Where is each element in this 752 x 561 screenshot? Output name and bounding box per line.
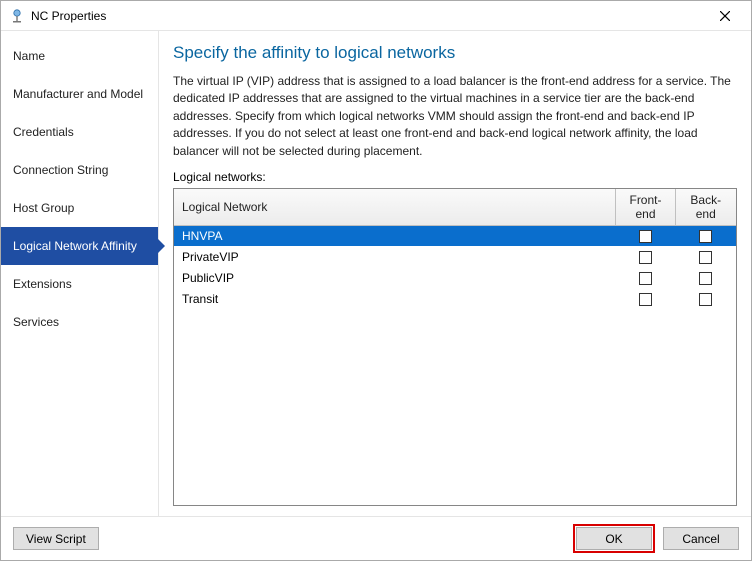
table-row[interactable]: PrivateVIP <box>174 246 736 267</box>
column-header-front-end[interactable]: Front-end <box>616 189 676 226</box>
table-row[interactable]: PublicVIP <box>174 267 736 288</box>
sidebar: Name Manufacturer and Model Credentials … <box>1 31 159 516</box>
checkbox-back-end[interactable] <box>699 251 712 264</box>
checkbox-back-end[interactable] <box>699 230 712 243</box>
page-description: The virtual IP (VIP) address that is ass… <box>173 73 737 160</box>
logical-networks-table: Logical Network Front-end Back-end HNVPA… <box>174 189 736 310</box>
view-script-button[interactable]: View Script <box>13 527 99 550</box>
sidebar-item-label: Manufacturer and Model <box>13 87 143 101</box>
list-label: Logical networks: <box>173 170 737 184</box>
cancel-button[interactable]: Cancel <box>663 527 739 550</box>
footer: View Script OK Cancel <box>1 516 751 560</box>
cell-network-name: PublicVIP <box>174 267 616 288</box>
cell-front-end <box>616 288 676 309</box>
window-title: NC Properties <box>31 9 705 23</box>
cell-network-name: Transit <box>174 288 616 309</box>
sidebar-item-label: Connection String <box>13 163 108 177</box>
cell-network-name: PrivateVIP <box>174 246 616 267</box>
ok-highlight: OK <box>573 524 655 553</box>
table-row[interactable]: HNVPA <box>174 225 736 246</box>
page-heading: Specify the affinity to logical networks <box>173 43 737 63</box>
sidebar-item-logical-network-affinity[interactable]: Logical Network Affinity <box>1 227 158 265</box>
close-button[interactable] <box>705 2 745 30</box>
sidebar-item-services[interactable]: Services <box>1 303 158 341</box>
dialog-body: Name Manufacturer and Model Credentials … <box>1 31 751 516</box>
sidebar-item-label: Host Group <box>13 201 74 215</box>
checkbox-front-end[interactable] <box>639 251 652 264</box>
sidebar-item-connection-string[interactable]: Connection String <box>1 151 158 189</box>
checkbox-back-end[interactable] <box>699 293 712 306</box>
logical-networks-table-wrap: Logical Network Front-end Back-end HNVPA… <box>173 188 737 506</box>
column-header-logical-network[interactable]: Logical Network <box>174 189 616 226</box>
sidebar-item-label: Name <box>13 49 45 63</box>
spacer <box>173 506 737 516</box>
sidebar-item-host-group[interactable]: Host Group <box>1 189 158 227</box>
ok-button[interactable]: OK <box>576 527 652 550</box>
sidebar-item-label: Logical Network Affinity <box>13 239 137 253</box>
cell-front-end <box>616 246 676 267</box>
cell-network-name: HNVPA <box>174 225 616 246</box>
content-pane: Specify the affinity to logical networks… <box>159 31 751 516</box>
checkbox-front-end[interactable] <box>639 293 652 306</box>
sidebar-item-label: Credentials <box>13 125 74 139</box>
checkbox-front-end[interactable] <box>639 230 652 243</box>
sidebar-item-label: Extensions <box>13 277 72 291</box>
app-icon <box>9 8 25 24</box>
checkbox-front-end[interactable] <box>639 272 652 285</box>
cell-back-end <box>676 267 736 288</box>
sidebar-item-manufacturer[interactable]: Manufacturer and Model <box>1 75 158 113</box>
checkbox-back-end[interactable] <box>699 272 712 285</box>
sidebar-item-extensions[interactable]: Extensions <box>1 265 158 303</box>
sidebar-item-label: Services <box>13 315 59 329</box>
sidebar-item-credentials[interactable]: Credentials <box>1 113 158 151</box>
table-row[interactable]: Transit <box>174 288 736 309</box>
cell-front-end <box>616 267 676 288</box>
sidebar-item-name[interactable]: Name <box>1 37 158 75</box>
cell-back-end <box>676 246 736 267</box>
cell-front-end <box>616 225 676 246</box>
cell-back-end <box>676 225 736 246</box>
titlebar: NC Properties <box>1 1 751 31</box>
column-header-back-end[interactable]: Back-end <box>676 189 736 226</box>
cell-back-end <box>676 288 736 309</box>
